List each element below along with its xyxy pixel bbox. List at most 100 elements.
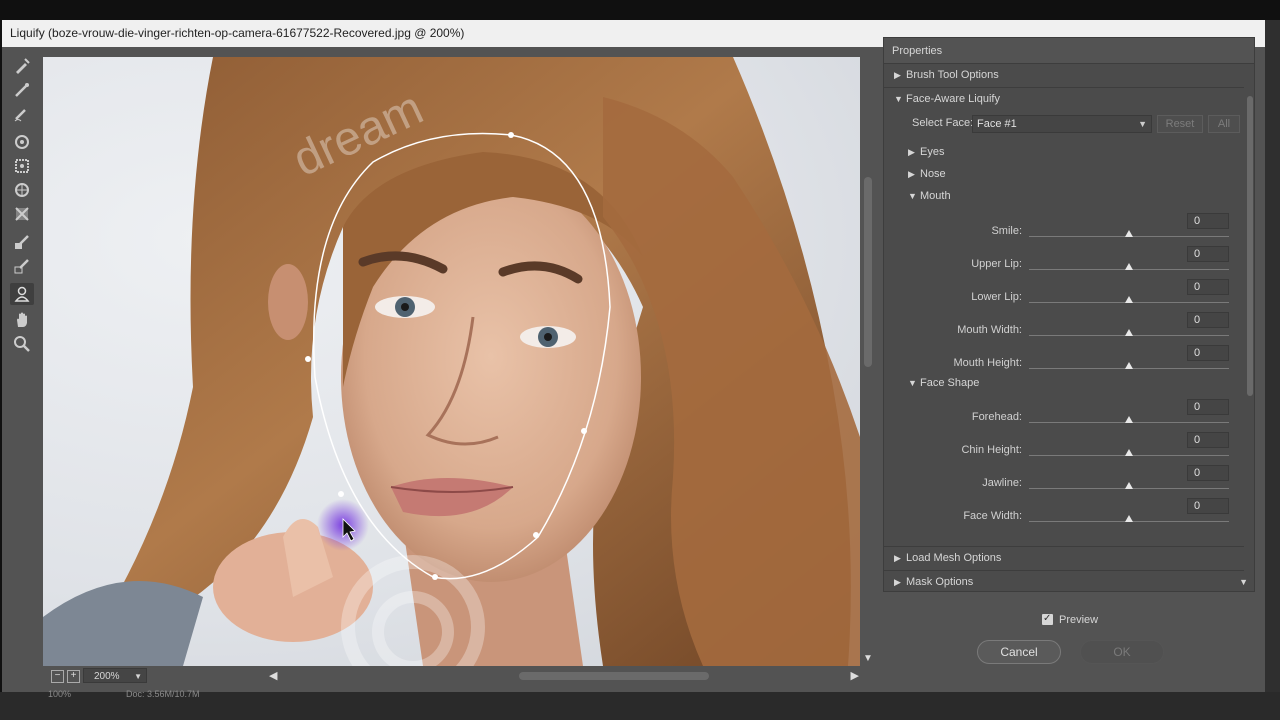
chin-height-slider-row: Chin Height: 0	[884, 432, 1244, 465]
vertical-scroll-thumb[interactable]	[864, 177, 872, 367]
twirl-clockwise-tool-icon[interactable]	[10, 131, 34, 153]
ok-button[interactable]: OK	[1080, 640, 1164, 664]
load-mesh-options-section[interactable]: ▶ Load Mesh Options	[884, 548, 1254, 568]
properties-panel: Properties ▶ Brush Tool Options ▼ Face-Awa…	[883, 37, 1255, 577]
expand-arrow-icon: ▶	[894, 553, 901, 563]
mouth-height-value-input[interactable]: 0	[1187, 345, 1229, 361]
panel-scroll-down-icon[interactable]: ▼	[1239, 572, 1248, 592]
portrait-image: dream	[43, 57, 860, 666]
jawline-slider-knob[interactable]	[1125, 482, 1133, 489]
forehead-label: Forehead:	[971, 411, 1022, 423]
reconstruct-tool-icon[interactable]	[10, 79, 34, 101]
mouth-width-slider-row: Mouth Width: 0	[884, 312, 1244, 345]
smile-slider-row: Smile: 0	[884, 213, 1244, 246]
face-aware-liquify-section[interactable]: ▼ Face-Aware Liquify	[884, 89, 1254, 109]
scroll-right-arrow-icon[interactable]: ▶	[851, 669, 859, 682]
collapse-arrow-icon: ▼	[894, 94, 903, 104]
smile-value-input[interactable]: 0	[1187, 213, 1229, 229]
horizontal-scroll-thumb[interactable]	[519, 672, 709, 680]
document-zoom-readout: 100%	[48, 689, 72, 699]
upper-lip-slider-knob[interactable]	[1125, 263, 1133, 270]
image-canvas[interactable]: dream	[43, 57, 860, 666]
os-top-bar	[0, 0, 1280, 20]
face-width-value-input[interactable]: 0	[1187, 498, 1229, 514]
zoom-in-button[interactable]: +	[67, 670, 80, 683]
mouth-height-label: Mouth Height:	[953, 357, 1022, 369]
photoshop-status-bar: 100% Doc: 3.56M/10.7M	[0, 689, 1280, 720]
hand-tool-icon[interactable]	[10, 309, 34, 331]
scroll-down-arrow-icon[interactable]: ▼	[863, 653, 873, 664]
mouth-section[interactable]: ▼ Mouth	[884, 186, 1268, 206]
select-face-label: Select Face:	[912, 117, 974, 129]
upper-lip-label: Upper Lip:	[971, 258, 1022, 270]
jawline-label: Jawline:	[982, 477, 1022, 489]
mouth-width-slider-knob[interactable]	[1125, 329, 1133, 336]
zoom-out-button[interactable]: −	[51, 670, 64, 683]
smooth-tool-icon[interactable]	[10, 103, 34, 125]
lower-lip-slider-row: Lower Lip: 0	[884, 279, 1244, 312]
properties-title: Properties	[884, 38, 1254, 64]
forehead-slider-knob[interactable]	[1125, 416, 1133, 423]
smile-label: Smile:	[991, 225, 1022, 237]
push-left-tool-icon[interactable]	[10, 203, 34, 225]
chevron-down-icon: ▼	[1138, 119, 1147, 129]
liquify-toolbar	[2, 47, 43, 692]
canvas-vertical-scrollbar[interactable]: ▼	[860, 57, 876, 666]
bloat-tool-icon[interactable]	[10, 179, 34, 201]
expand-arrow-icon: ▶	[894, 70, 901, 80]
forward-warp-tool-icon[interactable]	[10, 55, 34, 77]
eyes-section[interactable]: ▶ Eyes	[884, 142, 1268, 162]
freeze-mask-tool-icon[interactable]	[10, 231, 34, 253]
lower-lip-value-input[interactable]: 0	[1187, 279, 1229, 295]
lower-lip-slider-knob[interactable]	[1125, 296, 1133, 303]
smile-slider-knob[interactable]	[1125, 230, 1133, 237]
mouth-width-value-input[interactable]: 0	[1187, 312, 1229, 328]
preview-checkbox[interactable]	[1042, 611, 1053, 627]
forehead-slider-row: Forehead: 0	[884, 399, 1244, 432]
lower-lip-label: Lower Lip:	[971, 291, 1022, 303]
collapse-arrow-icon: ▼	[908, 191, 917, 201]
nose-section[interactable]: ▶ Nose	[884, 164, 1268, 184]
select-face-dropdown[interactable]: Face #1 ▼	[972, 115, 1152, 133]
thaw-mask-tool-icon[interactable]	[10, 255, 34, 277]
zoom-level-field[interactable]: 200% ▼	[83, 668, 147, 683]
mask-options-section[interactable]: ▶ Mask Options ▼	[883, 572, 1255, 592]
zoom-tool-icon[interactable]	[10, 333, 34, 355]
jawline-value-input[interactable]: 0	[1187, 465, 1229, 481]
all-button[interactable]: All	[1208, 115, 1240, 133]
expand-arrow-icon: ▶	[908, 169, 915, 179]
photoshop-side-panel	[1265, 20, 1280, 720]
reset-button[interactable]: Reset	[1157, 115, 1203, 133]
mouth-width-label: Mouth Width:	[957, 324, 1022, 336]
chin-height-slider-knob[interactable]	[1125, 449, 1133, 456]
collapse-arrow-icon: ▼	[908, 378, 917, 388]
face-width-label: Face Width:	[963, 510, 1022, 522]
zoom-level-value: 200%	[94, 671, 120, 682]
chin-height-value-input[interactable]: 0	[1187, 432, 1229, 448]
canvas-status-bar: − + 200% ▼ ◀ ▶	[43, 666, 876, 686]
preview-label: Preview	[1059, 614, 1099, 626]
properties-scrollbar[interactable]	[1246, 86, 1254, 556]
expand-arrow-icon: ▶	[908, 147, 915, 157]
pucker-tool-icon[interactable]	[10, 155, 34, 177]
document-size-readout: Doc: 3.56M/10.7M	[126, 689, 200, 699]
preview-checkbox-row[interactable]: Preview	[1042, 611, 1099, 628]
face-width-slider-knob[interactable]	[1125, 515, 1133, 522]
mouth-height-slider-knob[interactable]	[1125, 362, 1133, 369]
zoom-dropdown-chevron-icon: ▼	[134, 672, 142, 681]
chin-height-label: Chin Height:	[961, 444, 1022, 456]
cancel-button[interactable]: Cancel	[977, 640, 1061, 664]
select-face-row: Select Face: Face #1 ▼ Reset All	[884, 115, 1244, 135]
brush-tool-options-section[interactable]: ▶ Brush Tool Options	[884, 65, 1254, 85]
upper-lip-slider-row: Upper Lip: 0	[884, 246, 1244, 279]
scroll-left-arrow-icon[interactable]: ◀	[269, 669, 277, 682]
canvas-horizontal-scrollbar[interactable]: ◀ ▶	[269, 670, 859, 682]
expand-arrow-icon: ▶	[894, 577, 901, 587]
upper-lip-value-input[interactable]: 0	[1187, 246, 1229, 262]
face-tool-icon[interactable]	[10, 283, 34, 305]
face-width-slider-row: Face Width: 0	[884, 498, 1244, 531]
face-shape-section[interactable]: ▼ Face Shape	[884, 373, 1268, 393]
jawline-slider-row: Jawline: 0	[884, 465, 1244, 498]
forehead-value-input[interactable]: 0	[1187, 399, 1229, 415]
properties-scroll-thumb[interactable]	[1247, 96, 1253, 396]
